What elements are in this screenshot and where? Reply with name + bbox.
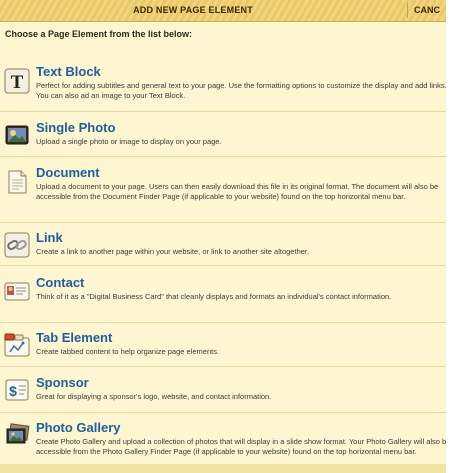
- element-description: Upload a document to your page. Users ca…: [36, 182, 439, 201]
- divider: [0, 265, 446, 266]
- add-page-element-dialog: ADD NEW PAGE ELEMENT CANC Choose a Page …: [0, 0, 446, 473]
- link-icon: [4, 232, 30, 258]
- element-description: Perfect for adding subtitles and general…: [36, 81, 446, 100]
- element-description: Create tabbed content to help organize p…: [36, 347, 220, 356]
- titlebar-divider: [407, 3, 408, 18]
- element-description: Create Photo Gallery and upload a collec…: [36, 437, 446, 456]
- divider: [0, 156, 446, 157]
- photo-gallery-icon: [4, 423, 30, 449]
- text-block-icon: T: [4, 68, 30, 94]
- element-option-link[interactable]: Link Create a link to another page withi…: [0, 230, 446, 264]
- element-title: Text Block: [36, 64, 101, 79]
- dialog-bottom-strip: [0, 464, 446, 473]
- document-icon: [4, 169, 30, 195]
- element-option-text-block[interactable]: T Text Block Perfect for adding subtitle…: [0, 64, 446, 110]
- element-title: Contact: [36, 275, 85, 290]
- dialog-titlebar: ADD NEW PAGE ELEMENT CANC: [0, 0, 446, 22]
- svg-text:$: $: [9, 383, 17, 399]
- element-description: Create a link to another page within you…: [36, 247, 310, 256]
- element-title: Photo Gallery: [36, 420, 121, 435]
- element-title: Sponsor: [36, 375, 89, 390]
- element-option-single-photo[interactable]: Single Photo Upload a single photo or im…: [0, 120, 446, 154]
- sponsor-icon: $: [4, 377, 30, 403]
- photo-icon: [4, 122, 30, 148]
- element-description: Great for displaying a sponsor's logo, w…: [36, 392, 272, 401]
- element-title: Link: [36, 230, 63, 245]
- element-title: Single Photo: [36, 120, 116, 135]
- element-description: Upload a single photo or image to displa…: [36, 137, 222, 146]
- element-option-photo-gallery[interactable]: Photo Gallery Create Photo Gallery and u…: [0, 420, 446, 466]
- divider: [0, 222, 446, 223]
- svg-text:T: T: [11, 72, 24, 93]
- element-title: Tab Element: [36, 330, 113, 345]
- instructions-text: Choose a Page Element from the list belo…: [5, 29, 193, 39]
- element-option-sponsor[interactable]: $ Sponsor Great for displaying a sponsor…: [0, 375, 446, 409]
- divider: [0, 412, 446, 413]
- divider: [0, 322, 446, 323]
- element-option-contact[interactable]: Contact Think of it as a "Digital Busine…: [0, 275, 446, 321]
- cancel-button[interactable]: CANC: [414, 0, 440, 21]
- divider: [0, 366, 446, 367]
- contact-card-icon: [4, 278, 30, 304]
- element-title: Document: [36, 165, 100, 180]
- divider: [0, 111, 446, 112]
- element-option-tab-element[interactable]: Tab Element Create tabbed content to hel…: [0, 330, 446, 364]
- element-description: Think of it as a "Digital Business Card"…: [36, 292, 392, 301]
- tab-element-icon: [4, 332, 30, 358]
- element-option-document[interactable]: Document Upload a document to your page.…: [0, 165, 446, 217]
- dialog-title: ADD NEW PAGE ELEMENT: [133, 5, 253, 15]
